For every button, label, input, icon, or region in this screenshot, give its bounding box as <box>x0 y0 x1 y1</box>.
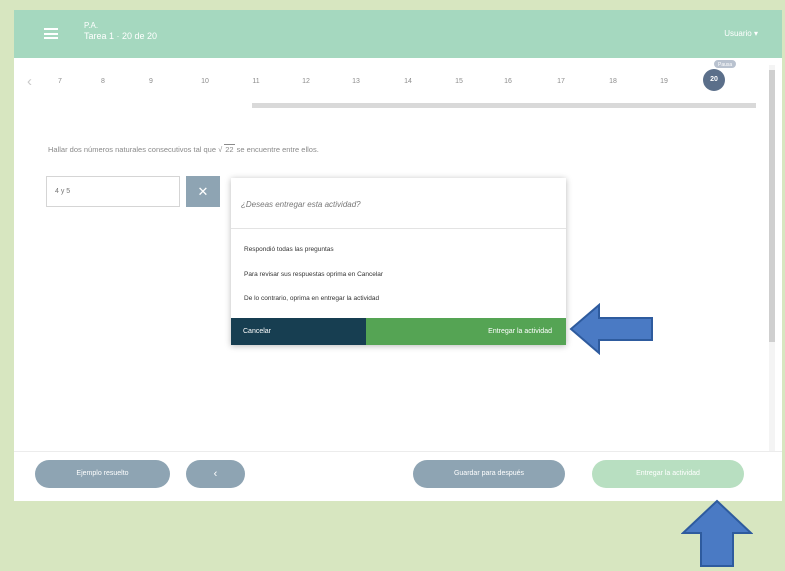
question-text-end: se encuentre entre ellos. <box>234 145 319 154</box>
save-for-later-button[interactable]: Guardar para después <box>413 460 565 488</box>
radicand: 22 <box>224 144 235 154</box>
confirm-delivery-dialog: ¿Deseas entregar esta actividad? Respond… <box>231 178 566 345</box>
activity-title: P.A. <box>84 21 99 30</box>
question-number[interactable]: 11 <box>246 78 266 85</box>
dialog-divider <box>231 228 566 229</box>
activity-title-block: P.A. Tarea 1 · 20 de 20 <box>84 20 157 42</box>
hamburger-menu-icon[interactable] <box>44 28 58 39</box>
question-number[interactable]: 18 <box>603 78 623 85</box>
activity-subtitle: Tarea 1 · 20 de 20 <box>84 31 158 41</box>
vertical-scrollbar-thumb[interactable] <box>769 70 775 342</box>
question-number[interactable]: 13 <box>346 78 366 85</box>
back-button[interactable]: ‹ <box>186 460 245 488</box>
close-icon: ✕ <box>197 184 209 199</box>
app-window: P.A. Tarea 1 · 20 de 20 Usuario ▾ ‹ 7 8 … <box>14 10 782 501</box>
question-status-badge: Pausa <box>713 59 738 69</box>
dialog-message: De lo contrario, oprima en entregar la a… <box>244 295 380 302</box>
current-question-number[interactable]: 20 <box>703 69 725 91</box>
clear-answer-button[interactable]: ✕ <box>186 176 220 207</box>
dialog-deliver-button[interactable]: Entregar la actividad <box>366 318 566 345</box>
previous-questions-chevron-icon[interactable]: ‹ <box>27 74 32 89</box>
question-number[interactable]: 19 <box>654 78 674 85</box>
left-arrow-annotation-icon <box>569 303 653 355</box>
question-number[interactable]: 17 <box>551 78 571 85</box>
up-arrow-annotation-icon <box>681 499 753 567</box>
dialog-message: Respondió todas las preguntas <box>244 246 334 253</box>
question-number[interactable]: 12 <box>296 78 316 85</box>
horizontal-scrollbar[interactable] <box>252 103 756 108</box>
question-number[interactable]: 16 <box>498 78 518 85</box>
answer-input[interactable] <box>46 176 180 207</box>
square-root-icon: √ <box>218 145 223 154</box>
question-number[interactable]: 10 <box>195 78 215 85</box>
question-text-start: Hallar dos números naturales consecutivo… <box>48 145 219 154</box>
question-number[interactable]: 7 <box>50 78 70 85</box>
dialog-title: ¿Deseas entregar esta actividad? <box>241 200 361 209</box>
solved-example-button[interactable]: Ejemplo resuelto <box>35 460 170 488</box>
user-menu[interactable]: Usuario ▾ <box>724 29 758 38</box>
question-number[interactable]: 8 <box>93 78 113 85</box>
question-number[interactable]: 9 <box>141 78 161 85</box>
question-text: Hallar dos números naturales consecutivo… <box>48 144 319 154</box>
dialog-message: Para revisar sus respuestas oprima en Ca… <box>244 271 384 278</box>
question-navigation: ‹ 7 8 9 10 11 12 13 14 15 16 17 18 19 20… <box>14 58 782 108</box>
dialog-cancel-button[interactable]: Cancelar <box>231 318 366 345</box>
deliver-activity-button[interactable]: Entregar la actividad <box>592 460 744 488</box>
question-number[interactable]: 14 <box>398 78 418 85</box>
top-bar: P.A. Tarea 1 · 20 de 20 Usuario ▾ <box>14 10 782 58</box>
question-number[interactable]: 15 <box>449 78 469 85</box>
